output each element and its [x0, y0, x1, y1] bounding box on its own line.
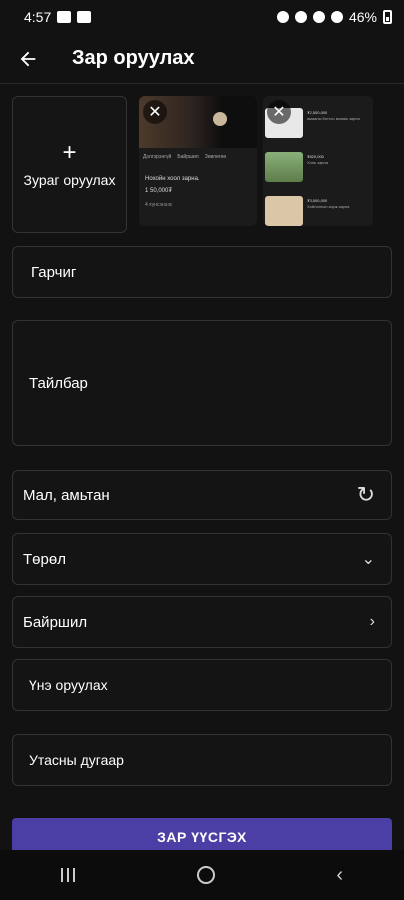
location-select[interactable]: Байршил ›: [12, 596, 392, 648]
mini-listing: ₮3,000,000 Хойлонгын зарж зарна: [263, 192, 373, 226]
app-bar: Зар оруулах: [0, 34, 404, 84]
description-input[interactable]: Тайлбар: [12, 320, 392, 446]
mini-listing: ₮820,000 Хонь зарна: [263, 148, 373, 190]
add-photo-button[interactable]: + Зураг оруулах: [12, 96, 127, 233]
mini-listing-title: Хонь зарна: [307, 160, 328, 165]
mini-listing-title: Хойлонгын зарж зарна: [307, 204, 350, 209]
mini-tab: Зөвлөгөө: [204, 154, 227, 160]
type-select[interactable]: Төрөл ⌄: [12, 533, 392, 585]
remove-photo-button[interactable]: ✕: [143, 100, 167, 124]
photo-thumbnail[interactable]: Дэлгэрэнгүй Байршил Зөвлөгөө Нохойн хоол…: [139, 96, 257, 226]
chevron-right-icon: ›: [369, 613, 375, 630]
recents-button[interactable]: [60, 868, 75, 882]
status-time: 4:57: [24, 9, 52, 25]
mini-tab: Дэлгэрэнгүй: [143, 154, 172, 160]
photo-thumbnail[interactable]: ₮2,500,000 ямааны ботгоо манаж зарна ₮82…: [263, 96, 373, 226]
mini-footer: 4 хүнсэнээс: [145, 202, 173, 208]
alarm-icon: [276, 11, 289, 23]
title-input[interactable]: Гарчиг: [12, 246, 392, 298]
category-select[interactable]: Мал, амьтан ↻: [12, 470, 392, 520]
wifi-icon: [312, 11, 325, 23]
home-button[interactable]: [196, 866, 215, 884]
mini-price: 1 50,000₮: [145, 188, 173, 194]
description-placeholder: Тайлбар: [29, 374, 88, 392]
mini-title: Нохойн хоол зарна.: [145, 176, 200, 182]
chevron-down-icon: ⌄: [361, 551, 375, 568]
mini-tab: Байршил: [177, 154, 199, 160]
price-placeholder: Үнэ оруулах: [29, 677, 108, 693]
system-back-button[interactable]: ‹: [336, 864, 343, 887]
add-photo-label: Зураг оруулах: [23, 171, 116, 188]
mute-icon: [294, 11, 307, 23]
plus-icon: +: [62, 138, 77, 166]
system-nav-bar: ‹: [0, 850, 404, 900]
type-label: Төрөл: [23, 550, 66, 568]
photo-gallery[interactable]: + Зураг оруулах Дэлгэрэнгүй Байршил Зөвл…: [12, 96, 392, 236]
location-label: Байршил: [23, 613, 88, 631]
back-button[interactable]: [0, 34, 56, 84]
page-title: Зар оруулах: [72, 47, 195, 69]
category-value: Мал, амьтан: [23, 486, 110, 504]
phone-input[interactable]: Утасны дугаар: [12, 734, 392, 786]
mini-listing-price: ₮3,000,000: [307, 198, 328, 203]
app-notification-icon: [77, 11, 92, 23]
signal-icon: [330, 11, 343, 23]
battery-percent: 46%: [348, 9, 377, 25]
battery-icon: [383, 10, 392, 24]
mini-listing-title: ямааны ботгоо манаж зарна: [307, 116, 360, 121]
close-icon: ✕: [272, 104, 286, 121]
refresh-icon[interactable]: ↻: [357, 482, 375, 508]
mini-listing-price: ₮2,500,000: [307, 110, 328, 115]
close-icon: ✕: [148, 104, 162, 121]
phone-placeholder: Утасны дугаар: [29, 752, 124, 768]
title-placeholder: Гарчиг: [31, 263, 77, 281]
arrow-left-icon: [20, 51, 36, 66]
mini-listing-price: ₮820,000: [307, 154, 324, 159]
status-bar: 4:57 46%: [0, 0, 404, 34]
remove-photo-button[interactable]: ✕: [267, 100, 291, 124]
price-input[interactable]: Үнэ оруулах: [12, 659, 392, 711]
gallery-notification-icon: [57, 11, 72, 23]
